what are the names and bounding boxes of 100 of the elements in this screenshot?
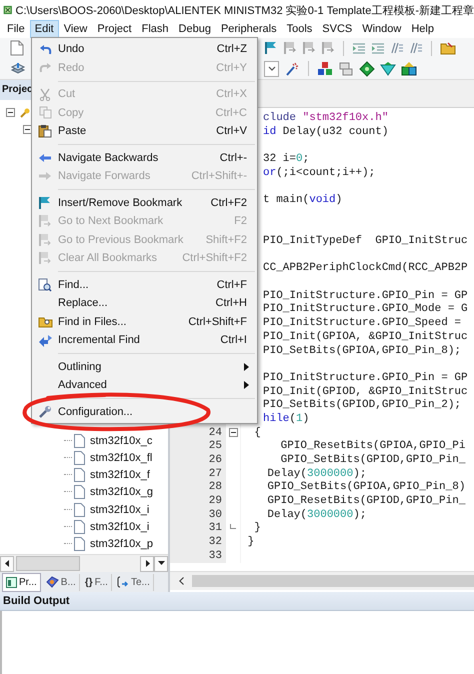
panel-tab[interactable]: B... <box>42 574 80 590</box>
collapse-icon[interactable] <box>23 125 32 134</box>
menu-bar-item[interactable]: Project <box>92 20 137 38</box>
line-number: 33 <box>208 550 222 562</box>
books-icon <box>46 576 59 588</box>
menu-bar-item[interactable]: File <box>2 20 30 38</box>
right-triangle-icon <box>144 560 150 567</box>
menu-item[interactable]: Outlining <box>34 358 255 376</box>
dropdown-button[interactable] <box>154 556 168 572</box>
bookmark-icon <box>38 251 52 266</box>
code-line: } <box>246 536 254 548</box>
clipboard-icon <box>38 124 52 138</box>
file-icon <box>74 485 85 500</box>
redo-icon <box>38 62 52 74</box>
bookmark-icon[interactable] <box>321 41 335 56</box>
diamond-icon[interactable] <box>380 60 396 77</box>
left-arrow-icon <box>38 152 52 163</box>
menu-bar-item[interactable]: Edit <box>30 20 59 38</box>
tree-item[interactable]: stm32f10x_i <box>90 521 150 534</box>
blocks-icon[interactable] <box>317 60 333 77</box>
menu-bar-item[interactable]: View <box>58 20 92 38</box>
menu-item[interactable]: Navigate Backwards Ctrl+- <box>34 148 255 167</box>
menu-bar-item[interactable]: Debug <box>174 20 216 38</box>
down-triangle-icon <box>158 561 164 566</box>
tree-item[interactable]: stm32f10x_i <box>90 504 150 516</box>
bookmark-icon[interactable] <box>302 41 316 56</box>
copy-icon <box>38 106 52 120</box>
new-file-icon[interactable] <box>10 40 24 56</box>
undo-icon <box>38 44 52 55</box>
menu-bar-item[interactable]: Help <box>406 20 439 38</box>
tree-item[interactable]: stm32f10x_fl <box>90 452 152 464</box>
file-icon <box>74 520 85 534</box>
file-icon <box>74 450 85 465</box>
diamond-icon[interactable] <box>359 60 375 77</box>
fold-icon[interactable] <box>228 428 238 438</box>
menu-bar-item[interactable]: SVCS <box>317 20 358 38</box>
menu-item[interactable]: Find... Ctrl+F <box>34 276 255 294</box>
code-line: GPIO_ResetBits(GPIOA,GPIO_Pi <box>280 440 466 452</box>
code-line: { <box>253 426 261 439</box>
menu-item[interactable]: Configuration... <box>34 402 255 421</box>
template-icon <box>116 576 129 588</box>
code-line: Delay(3000000); <box>266 508 366 521</box>
line-number: 24 <box>208 426 222 439</box>
menu-item[interactable]: Replace... Ctrl+H <box>34 294 255 312</box>
wand-icon[interactable] <box>284 60 300 77</box>
tree-item[interactable]: stm32f10x_g <box>90 486 153 498</box>
line-number: 28 <box>208 481 222 494</box>
panel-tab[interactable]: Te... <box>114 574 154 590</box>
bookmark-icon[interactable] <box>283 41 297 56</box>
menu-item[interactable]: Find in Files... Ctrl+Shift+F <box>34 312 255 331</box>
flag-icon <box>38 196 52 210</box>
collapse-icon[interactable] <box>6 108 15 117</box>
chevron-left-icon <box>178 577 184 585</box>
scroll-thumb[interactable] <box>192 575 474 587</box>
dropdown-button[interactable] <box>264 60 279 77</box>
code-line: PIO_InitStructure.GPIO_Pin = GP <box>262 290 468 302</box>
menu-item[interactable]: Insert/Remove Bookmark Ctrl+F2 <box>34 194 255 212</box>
scissors-icon <box>39 88 51 101</box>
folder-icon[interactable] <box>440 41 456 56</box>
submenu-arrow-icon <box>244 381 249 390</box>
wrench-icon <box>38 404 52 419</box>
code-line: PIO_InitStructure.GPIO_Pin = GP <box>262 372 468 384</box>
code-line: } <box>253 522 261 534</box>
submenu-arrow-icon <box>244 362 249 371</box>
windows-icon[interactable] <box>338 60 354 77</box>
code-line: hile(1) <box>262 412 310 425</box>
stack-icon[interactable] <box>10 62 26 76</box>
menu-item[interactable]: Incremental Find Ctrl+I <box>34 331 255 350</box>
comment-icon[interactable] <box>390 41 404 56</box>
panel-tab[interactable]: Pr... <box>2 572 41 592</box>
code-line: PIO_Init(GPIOD, &GPIO_InitStruc <box>262 386 468 398</box>
menu-bar-item[interactable]: Flash <box>136 20 174 38</box>
scroll-thumb[interactable] <box>16 556 80 571</box>
folder-icon <box>38 315 52 328</box>
scroll-left-button[interactable] <box>0 556 14 572</box>
panel-tab[interactable]: {} F... <box>82 574 112 590</box>
menu-item[interactable]: Undo Ctrl+Z <box>34 40 255 58</box>
comment-icon[interactable] <box>409 41 423 56</box>
line-number: 26 <box>208 454 222 466</box>
code-line: PIO_SetBits(GPIOD,GPIO_Pin_2); <box>262 399 462 412</box>
line-number: 31 <box>208 522 222 534</box>
menu-item[interactable]: Advanced <box>34 376 255 394</box>
blocks-icon[interactable] <box>401 60 417 77</box>
menu-bar-item[interactable]: Tools <box>282 20 318 38</box>
scroll-right-button[interactable] <box>140 556 154 572</box>
file-icon <box>74 502 85 517</box>
search-icon <box>38 278 52 292</box>
tree-item[interactable]: stm32f10x_f <box>90 469 150 482</box>
menu-item[interactable]: Paste Ctrl+V <box>34 122 255 140</box>
menu-bar-item[interactable]: Peripherals <box>216 20 282 38</box>
menu-bar-item[interactable]: Window <box>357 20 406 38</box>
file-icon <box>74 434 85 448</box>
code-line: CC_APB2PeriphClockCmd(RCC_APB2P <box>262 262 468 274</box>
flag-icon[interactable] <box>264 41 278 56</box>
line-number: 30 <box>208 508 222 521</box>
bookmark-icon <box>38 214 52 228</box>
project-icon <box>6 576 17 588</box>
tree-item[interactable]: stm32f10x_c <box>90 434 152 447</box>
line-number: 29 <box>208 495 222 508</box>
tree-item[interactable]: stm32f10x_p <box>90 538 153 550</box>
